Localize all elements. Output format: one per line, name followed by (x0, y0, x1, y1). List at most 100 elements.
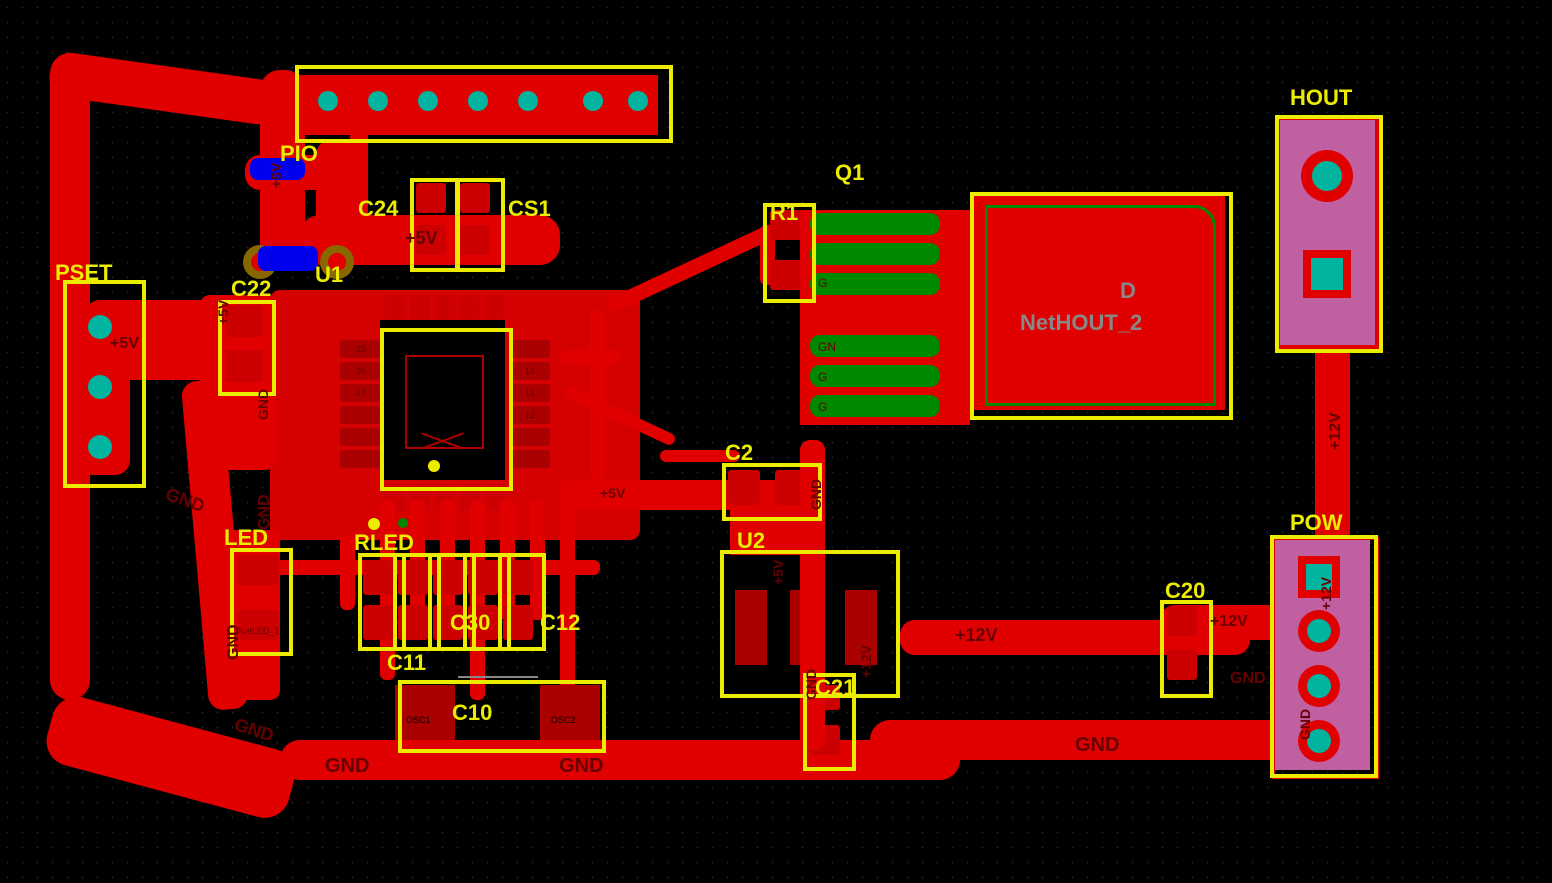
net-g: G (818, 400, 827, 414)
blue-jumper (258, 246, 318, 271)
pcb-layout-view[interactable]: 25 26 27 14 13 12 OSC1 OSC2 (0, 0, 1552, 883)
label-hout: HOUT (1290, 85, 1352, 111)
ic-side-pin (510, 428, 550, 446)
silk-c12 (498, 553, 546, 651)
silk-c2 (722, 463, 822, 521)
net-5v: +5V (268, 163, 284, 188)
label-c30: C30 (450, 610, 490, 636)
net-5v: +5V (770, 560, 786, 585)
pio-pin[interactable] (310, 83, 346, 119)
silk-c10 (398, 680, 606, 753)
net-gnd: GND (1230, 670, 1266, 688)
pin-num: 27 (356, 388, 366, 398)
ic-side-pin (340, 406, 380, 424)
label-pset: PSET (55, 260, 112, 286)
net-12v: +12V (1318, 577, 1334, 610)
net-12v: +12V (955, 625, 998, 646)
label-c11: C11 (387, 650, 426, 676)
net-12v: +12V (1210, 613, 1248, 631)
via (398, 518, 408, 528)
q1-pin (810, 243, 940, 265)
label-u1: U1 (315, 262, 343, 288)
net-g: G (818, 370, 827, 384)
silk-d (970, 192, 1233, 420)
net-12v: +12V (858, 645, 874, 678)
label-c10: C10 (452, 700, 492, 726)
silk-c24 (410, 178, 460, 272)
ic-pin (385, 295, 405, 320)
net-gnd: GND (559, 755, 603, 778)
ic-pin (410, 295, 430, 320)
pio-pin[interactable] (360, 83, 396, 119)
ic-pin (435, 295, 455, 320)
label-c12: C12 (540, 610, 580, 636)
ic-pin (485, 295, 505, 320)
q1-pin (810, 213, 940, 235)
net-5v: +5V (215, 300, 231, 325)
pio-pin[interactable] (410, 83, 446, 119)
label-pow: POW (1290, 510, 1343, 536)
pin-num: 26 (356, 366, 366, 376)
q1-pin (810, 273, 940, 295)
q1-pin (810, 395, 940, 417)
net-5v: +5V (600, 485, 625, 501)
pio-pin[interactable] (620, 83, 656, 119)
via (368, 518, 380, 530)
label-u2: U2 (737, 528, 765, 554)
net-gnd: GND (808, 479, 824, 510)
hout-pin[interactable] (1301, 150, 1353, 202)
label-c22: C22 (231, 276, 271, 302)
pin-num: 14 (525, 366, 535, 376)
net-12v: +12V (1327, 412, 1345, 450)
silk-c20 (1160, 600, 1213, 698)
ic-side-pin (510, 340, 550, 358)
pio-pin[interactable] (460, 83, 496, 119)
pow-pin[interactable] (1298, 610, 1340, 652)
ic-side-pin (340, 428, 380, 446)
silk-cs1 (455, 178, 505, 272)
label-pio: PIO (280, 141, 318, 167)
label-c2: C2 (725, 440, 753, 466)
silk-line (450, 749, 570, 752)
via (428, 460, 440, 472)
pio-pin[interactable] (575, 83, 611, 119)
net-gn: GN (818, 340, 836, 354)
label-rled: RLED (354, 530, 414, 556)
net-gnd: GND (256, 494, 274, 530)
trace (590, 310, 605, 480)
label-d: D (1120, 278, 1136, 304)
label-c21: C21 (815, 675, 855, 701)
pow-pin[interactable] (1298, 665, 1340, 707)
net-5v: +5V (405, 228, 438, 249)
trace (560, 350, 620, 365)
net-gnd: GND (1075, 734, 1119, 757)
gnd-trace (41, 691, 301, 823)
pin-num: 13 (525, 388, 535, 398)
q1-pin (810, 365, 940, 387)
ic-side-pin (510, 450, 550, 468)
label-q1: Q1 (835, 160, 864, 186)
trace (605, 225, 774, 315)
net-gnd: GND (255, 389, 271, 420)
net-g: G (818, 276, 827, 290)
net-5v: +5V (110, 335, 139, 353)
label-cs1: CS1 (508, 196, 551, 222)
label-c20: C20 (1165, 578, 1205, 604)
gnd-trace (280, 740, 960, 780)
net-gnd: GND (325, 755, 369, 778)
label-c24: C24 (358, 196, 398, 222)
silk-u1 (380, 328, 513, 491)
net-gnd: GND (803, 669, 819, 700)
pset-pin[interactable] (78, 365, 122, 409)
net-gnd: GND (1297, 709, 1313, 740)
pin-num: 25 (356, 344, 366, 354)
net-gnd: GND (225, 624, 243, 660)
hout-pin-sq[interactable] (1303, 250, 1351, 298)
pset-pin[interactable] (78, 425, 122, 469)
pio-pin[interactable] (510, 83, 546, 119)
label-r1: R1 (770, 200, 798, 226)
pin-num: 12 (525, 410, 535, 420)
trace (340, 535, 355, 610)
ic-side-pin (340, 450, 380, 468)
ic-pin (460, 295, 480, 320)
